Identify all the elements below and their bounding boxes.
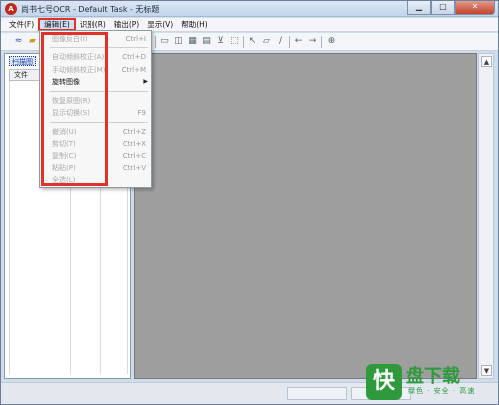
menu-item-label: 撤消(U) (52, 128, 77, 136)
tab-scanned-images[interactable]: 扫描图 (9, 56, 36, 66)
title-bar[interactable]: A 尚书七号OCR - Default Task - 无标题 ▁ □ ✕ (1, 1, 498, 17)
menu-item-label: 复制(C) (52, 152, 77, 160)
layout-columns-icon[interactable]: ◫ (173, 36, 184, 47)
menu-item-auto-deskew[interactable]: 自动倾斜校正(A) Ctrl+D (52, 51, 150, 63)
menu-item-label: 自动倾斜校正(A) (52, 53, 105, 61)
menu-item-label: 剪切(T) (52, 140, 76, 148)
menu-item-shortcut: Ctrl+C (122, 152, 146, 160)
pen-icon[interactable]: ∕ (275, 36, 286, 47)
maximize-button[interactable]: □ (431, 1, 455, 15)
layout-grid-icon[interactable]: ▦ (187, 36, 198, 47)
menu-help[interactable]: 帮助(H) (177, 18, 212, 31)
edit-dropdown-menu: 图像反白(I) Ctrl+I 自动倾斜校正(A) Ctrl+D 手动倾斜校正(M… (39, 30, 152, 188)
layout-single-icon[interactable]: ▭ (159, 36, 170, 47)
menu-separator (50, 91, 148, 92)
recognize-icon[interactable]: ⊕ (326, 36, 337, 47)
pointer-icon[interactable]: ↖ (247, 36, 258, 47)
window-title: 尚书七号OCR - Default Task - 无标题 (21, 5, 160, 14)
menu-item-restore-image[interactable]: 恢复原图(R) (52, 95, 150, 107)
arrow-right-icon[interactable]: → (307, 36, 318, 47)
menu-separator (50, 122, 148, 123)
menu-item-label: 旋转图像 (52, 78, 80, 86)
menu-item-copy[interactable]: 复制(C) Ctrl+C (52, 150, 150, 162)
menu-item-label: 手动倾斜校正(M) (52, 66, 106, 74)
select-region-icon[interactable]: ⬚ (229, 36, 240, 47)
filter-icon[interactable]: ⊻ (215, 36, 226, 47)
menu-item-rotate-image[interactable]: 旋转图像 ▶ (52, 76, 150, 88)
toolbar-separator (289, 36, 290, 48)
layout-table-icon[interactable]: ▤ (201, 36, 212, 47)
vertical-scrollbar[interactable]: ▲ ▼ (478, 53, 494, 379)
menu-item-shortcut: F9 (137, 109, 146, 117)
minimize-button[interactable]: ▁ (407, 1, 431, 15)
menu-item-shortcut: Ctrl+D (122, 53, 146, 61)
open-folder-icon[interactable]: ▰ (27, 36, 38, 47)
arrow-left-icon[interactable]: ← (293, 36, 304, 47)
menu-item-shortcut: Ctrl+M (121, 66, 146, 74)
logo-mark: 快 (366, 364, 402, 400)
menu-item-select-all[interactable]: 全选(L) (52, 174, 150, 186)
toolbar-separator (321, 36, 322, 48)
menu-item-label: 恢复原图(R) (52, 97, 91, 105)
menu-item-undo[interactable]: 撤消(U) Ctrl+Z (52, 126, 150, 138)
submenu-arrow-icon: ▶ (143, 78, 148, 85)
menu-item-manual-deskew[interactable]: 手动倾斜校正(M) Ctrl+M (52, 64, 150, 76)
menu-item-toggle-display[interactable]: 显示切换(S) F9 (52, 107, 150, 119)
menu-item-label: 全选(L) (52, 176, 76, 184)
image-workspace[interactable] (134, 53, 477, 379)
menu-item-paste[interactable]: 粘贴(P) Ctrl+V (52, 162, 150, 174)
logo-tagline: 绿色 · 安全 · 高速 (408, 387, 476, 395)
menu-item-label: 显示切换(S) (52, 109, 90, 117)
scroll-up-icon[interactable]: ▲ (481, 56, 492, 67)
site-logo: 快 盘下载 绿色 · 安全 · 高速 (366, 362, 494, 402)
comment-icon[interactable]: ▱ (261, 36, 272, 47)
close-button[interactable]: ✕ (455, 1, 495, 15)
menu-file[interactable]: 文件(F) (5, 18, 38, 31)
window-controls: ▁ □ ✕ (407, 1, 495, 15)
menu-item-shortcut: Ctrl+I (125, 35, 146, 43)
toolbar-separator (155, 36, 156, 48)
menu-item-label: 图像反白(I) (52, 35, 88, 43)
menu-item-label: 粘贴(P) (52, 164, 76, 172)
menu-item-cut[interactable]: 剪切(T) Ctrl+X (52, 138, 150, 150)
scan-icon[interactable]: ≈ (13, 36, 24, 47)
status-cell (287, 387, 347, 400)
menu-item-shortcut: Ctrl+V (122, 164, 146, 172)
logo-name: 盘下载 (406, 366, 460, 387)
menu-item-shortcut: Ctrl+Z (122, 128, 146, 136)
app-icon: A (5, 3, 17, 15)
menu-item-invert-image[interactable]: 图像反白(I) Ctrl+I (52, 33, 150, 45)
menu-item-shortcut: Ctrl+X (122, 140, 146, 148)
toolbar-separator (243, 36, 244, 48)
menu-separator (50, 47, 148, 48)
